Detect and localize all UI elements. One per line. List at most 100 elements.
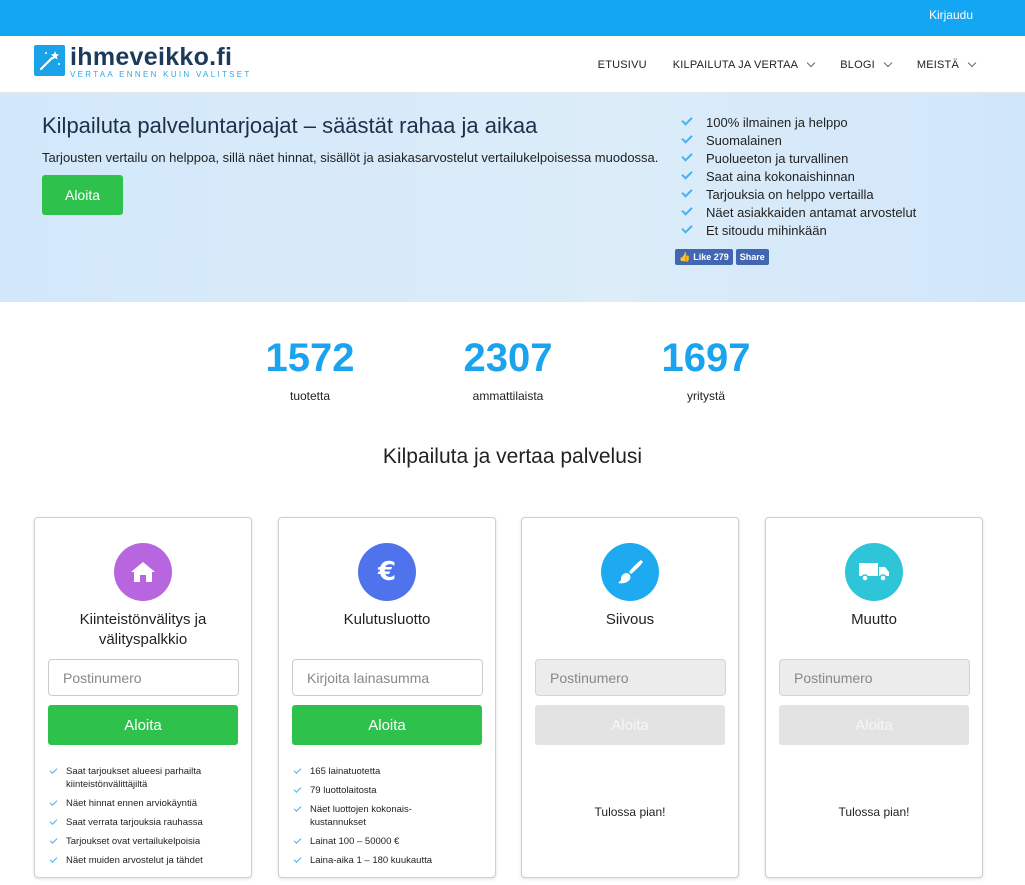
service-card-siivous: Siivous Aloita Tulossa pian! (521, 517, 739, 878)
list-item: Lainat 100 – 50000 € (292, 835, 487, 848)
nav-item-label: KILPAILUTA JA VERTAA (672, 58, 799, 71)
feature-item: Puolueeton ja turvallinen (680, 149, 916, 167)
card-title: Siivous (605, 611, 655, 628)
bullet-text: Tarjoukset ovat vertailukelpoisia (66, 836, 201, 847)
stat-products: 1572 tuotetta (230, 337, 390, 403)
check-icon (681, 132, 693, 144)
bullet-text: Saat verrata tarjouksia rauhassa (66, 817, 203, 828)
hero-start-button[interactable]: Aloita (42, 175, 123, 215)
check-icon (49, 836, 58, 844)
feature-text: Puolueeton ja turvallinen (706, 150, 849, 166)
stat-number: 2307 (463, 336, 553, 380)
check-icon (681, 114, 693, 126)
chevron-down-icon (806, 58, 816, 67)
check-icon (681, 186, 693, 198)
coming-soon-label: Tulossa pian! (838, 805, 910, 819)
section-title: Kilpailuta ja vertaa palvelusi (382, 445, 643, 468)
feature-item: Tarjouksia on helppo vertailla (680, 185, 916, 203)
hero-title: Kilpailuta palveluntarjoajat – säästät r… (42, 113, 538, 138)
hero-section: Kilpailuta palveluntarjoajat – säästät r… (0, 93, 1025, 302)
top-bar: Kirjaudu (0, 0, 1025, 36)
coming-soon-label: Tulossa pian! (594, 805, 666, 819)
check-icon (681, 204, 693, 216)
login-link[interactable]: Kirjaudu (929, 8, 973, 22)
list-item: Saat verrata tarjouksia rauhassa (48, 816, 243, 829)
nav-item-label: ETUSIVU (597, 58, 647, 71)
site-logo[interactable]: ihmeveikko.fi VERTAA ENNEN KUIN VALITSET (34, 45, 252, 80)
logo-name: ihmeveikko.fi (70, 43, 233, 71)
check-icon (293, 855, 302, 863)
facebook-like-button[interactable]: 👍 Like 279 (675, 249, 733, 265)
service-card-kulutusluotto: € Kulutusluotto Aloita 165 lainatuotetta… (278, 517, 496, 878)
bullet-text: 79 luottolaitosta (310, 785, 377, 796)
check-icon (49, 766, 58, 774)
magic-wand-icon (34, 45, 65, 76)
stat-label: ammattilaista (472, 389, 544, 403)
list-item: Tarjoukset ovat vertailukelpoisia (48, 835, 243, 848)
check-icon (49, 855, 58, 863)
feature-text: Näet asiakkaiden antamat arvostelut (706, 204, 917, 220)
feature-text: Saat aina kokonaishinnan (706, 168, 855, 184)
check-icon (293, 785, 302, 793)
postal-code-input (779, 659, 970, 696)
feature-text: Et sitoudu mihinkään (706, 222, 827, 238)
service-card-kiinteistonvalitys: Kiinteistönvälitys ja välityspalkkio Alo… (34, 517, 252, 878)
euro-icon: € (358, 543, 416, 601)
card-title: Kiinteistönvälitys ja välityspalkkio (79, 611, 207, 648)
check-icon (681, 168, 693, 180)
bullet-text: Näet luottojen kokonais-kustannukset (310, 804, 412, 828)
bullet-text: Laina-aika 1 – 180 kuukautta (310, 855, 433, 866)
list-item: Näet hinnat ennen arviokäyntiä (48, 797, 243, 810)
feature-item: Näet asiakkaiden antamat arvostelut (680, 203, 916, 221)
bullet-text: Lainat 100 – 50000 € (310, 836, 400, 847)
bullet-text: Saat tarjoukset alueesi parhailta kiinte… (66, 766, 202, 790)
nav-item-blogi[interactable]: BLOGI (840, 58, 893, 71)
feature-text: 100% ilmainen ja helppo (706, 114, 848, 130)
check-icon (49, 817, 58, 825)
house-icon (114, 543, 172, 601)
start-button[interactable]: Aloita (48, 705, 238, 745)
stat-number: 1572 (265, 336, 355, 380)
feature-text: Tarjouksia on helppo vertailla (706, 186, 874, 202)
card-bullet-list: Saat tarjoukset alueesi parhailta kiinte… (48, 765, 243, 873)
feature-item: Saat aina kokonaishinnan (680, 167, 916, 185)
chevron-down-icon (883, 58, 893, 67)
card-bullet-list: 165 lainatuotetta 79 luottolaitosta Näet… (292, 765, 487, 873)
list-item: Saat tarjoukset alueesi parhailta kiinte… (48, 765, 243, 791)
card-title: Muutto (851, 611, 897, 628)
stat-label: yritystä (686, 389, 725, 403)
facebook-share-button[interactable]: Share (735, 249, 769, 265)
feature-item: Suomalainen (680, 131, 916, 149)
nav-item-label: BLOGI (840, 58, 875, 71)
feature-item: Et sitoudu mihinkään (680, 221, 916, 239)
thumbs-up-icon: 👍 (679, 251, 691, 262)
list-item: 79 luottolaitosta (292, 784, 487, 797)
postal-code-input[interactable] (48, 659, 239, 696)
stat-companies: 1697 yritystä (626, 337, 786, 403)
loan-amount-input[interactable] (292, 659, 483, 696)
truck-icon (845, 543, 903, 601)
start-button-disabled: Aloita (779, 705, 969, 745)
nav-item-etusivu[interactable]: ETUSIVU (598, 59, 647, 71)
facebook-buttons: 👍 Like 279 Share (675, 249, 772, 265)
stat-number: 1697 (661, 336, 751, 380)
list-item: Laina-aika 1 – 180 kuukautta (292, 854, 487, 867)
bullet-text: Näet muiden arvostelut ja tähdet (66, 855, 203, 866)
hero-subtitle: Tarjousten vertailu on helppoa, sillä nä… (42, 150, 659, 165)
nav-item-meista[interactable]: MEISTÄ (916, 58, 977, 71)
stat-professionals: 2307 ammattilaista (428, 337, 588, 403)
bullet-text: 165 lainatuotetta (310, 766, 381, 777)
list-item: 165 lainatuotetta (292, 765, 487, 778)
check-icon (293, 836, 302, 844)
nav-item-kilpailuta[interactable]: KILPAILUTA JA VERTAA (672, 58, 816, 71)
list-item: Näet luottojen kokonais-kustannukset (292, 803, 487, 829)
feature-text: Suomalainen (706, 132, 782, 148)
check-icon (293, 766, 302, 774)
feature-item: 100% ilmainen ja helppo (680, 113, 916, 131)
main-navbar: ihmeveikko.fi VERTAA ENNEN KUIN VALITSET… (0, 36, 1025, 93)
facebook-like-label: Like 279 (693, 252, 729, 262)
check-icon (293, 804, 302, 812)
nav-item-label: MEISTÄ (916, 58, 959, 71)
start-button[interactable]: Aloita (292, 705, 482, 745)
chevron-down-icon (967, 58, 977, 67)
